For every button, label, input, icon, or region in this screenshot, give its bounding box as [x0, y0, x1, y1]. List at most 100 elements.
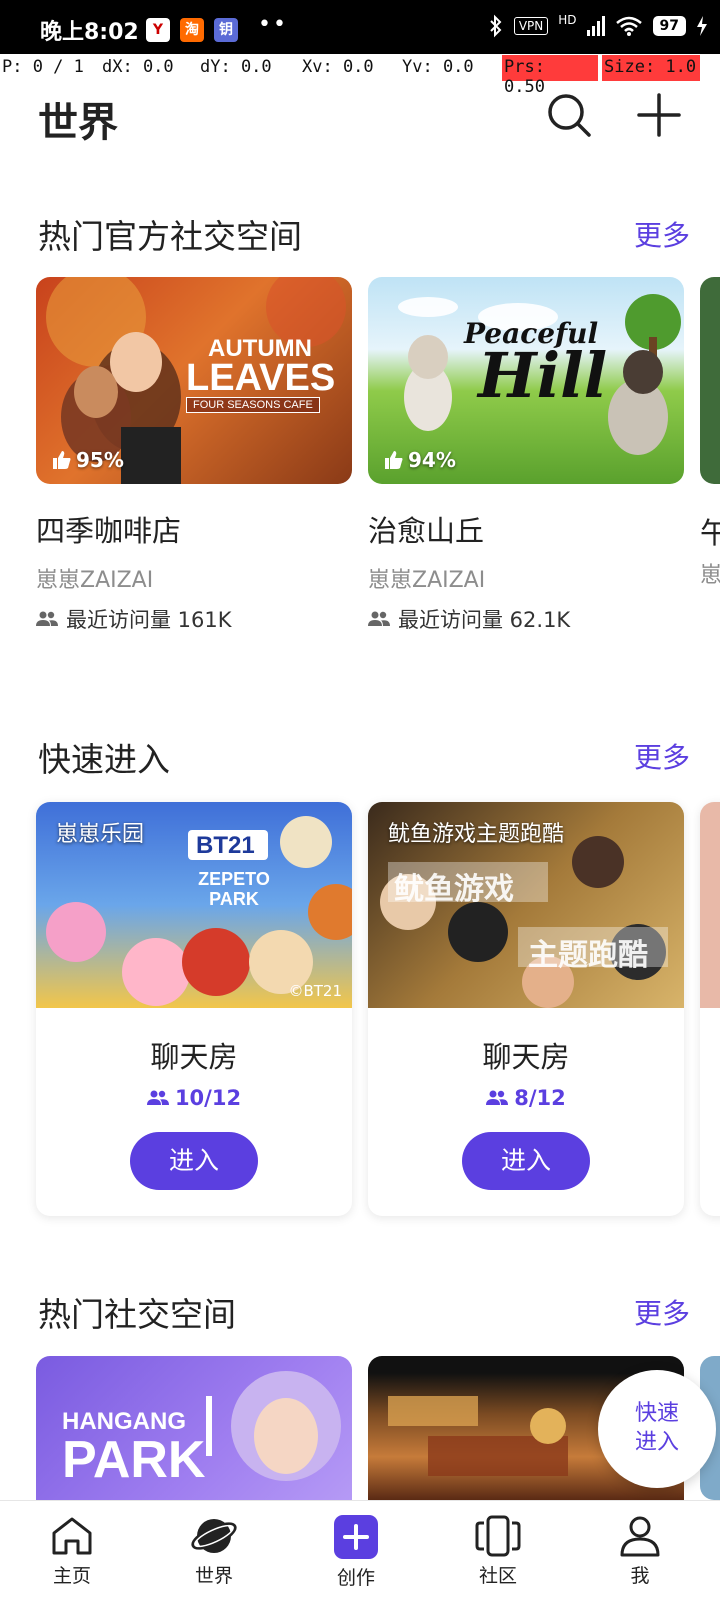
debug-xv: Xv: 0.0 — [302, 57, 374, 77]
status-time: 晚上8:02 — [40, 20, 139, 45]
nav-label: 创作 — [336, 1567, 375, 1589]
people-icon — [146, 1090, 169, 1105]
partial-space-card[interactable] — [700, 277, 720, 484]
copyright-text: ©BT21 — [288, 982, 342, 1000]
pointer-location-overlay: P: 0 / 1 dX: 0.0 dY: 0.0 Xv: 0.0 Yv: 0.0… — [0, 54, 720, 97]
debug-size: Size: 1.0 — [602, 55, 700, 81]
space-owner: 崽崽ZAIZAI — [368, 568, 486, 593]
thumbs-up-icon — [385, 451, 403, 469]
debug-pointer: P: 0 / 1 — [2, 57, 84, 77]
visit-count: 最近访问量 161K — [36, 604, 352, 634]
banner-text: ZEPETO PARK — [198, 869, 270, 909]
nav-label: 社区 — [478, 1565, 517, 1587]
fab-line2: 进入 — [634, 1430, 679, 1455]
nav-home[interactable]: 主页 — [22, 1515, 122, 1588]
people-icon — [36, 611, 58, 626]
nav-community[interactable]: 社区 — [448, 1515, 548, 1588]
fab-line1: 快速 — [634, 1401, 679, 1427]
section-title-official: 热门官方社交空间 — [38, 217, 302, 256]
banner-text: 鱿鱼游戏 — [394, 872, 514, 907]
space-card[interactable]: Peaceful Hill 94% 治愈山丘 崽崽ZAIZAI 最近访问量 62… — [368, 277, 684, 634]
partial-room-card[interactable] — [700, 802, 720, 1216]
home-icon — [52, 1517, 92, 1555]
status-indicators: VPN HD 97 — [488, 13, 708, 38]
nav-me[interactable]: 我 — [590, 1515, 690, 1588]
enter-button[interactable]: 进入 — [130, 1132, 258, 1190]
profile-icon — [620, 1516, 660, 1557]
nav-create[interactable]: 创作 — [306, 1515, 406, 1590]
debug-dx: dX: 0.0 — [102, 57, 174, 77]
banner-text: 主题跑酷 — [528, 938, 648, 973]
space-name: 治愈山丘 — [368, 514, 485, 548]
social-space-card[interactable]: HANGANG PARK — [36, 1356, 352, 1500]
rating-badge: 94% — [384, 448, 456, 472]
room-type: 聊天房 — [150, 1040, 238, 1074]
banner-subtext: FOUR SEASONS CAFE — [186, 397, 320, 413]
section-title-quick: 快速进入 — [38, 740, 170, 779]
rating-badge: 95% — [52, 448, 124, 472]
key-notification-icon: 钥 — [214, 18, 238, 42]
status-bar: 晚上8:02 Y 淘 钥 •• VPN HD 97 — [0, 0, 720, 54]
space-card[interactable]: AUTUMN LEAVES FOUR SEASONS CAFE 95% 四季咖啡… — [36, 277, 352, 634]
space-thumbnail: Peaceful Hill 94% — [368, 277, 684, 484]
section-title-hot: 热门社交空间 — [38, 1295, 236, 1334]
banner-text: Hill — [478, 339, 608, 412]
battery-indicator: 97 — [652, 16, 686, 36]
people-icon — [486, 1090, 509, 1105]
app-notification-icon: Y — [146, 18, 170, 42]
more-link-hot[interactable]: 更多 — [634, 1292, 690, 1332]
occupancy-value: 8/12 — [514, 1086, 566, 1110]
page-title: 世界 — [38, 100, 118, 146]
nav-label: 我 — [630, 1565, 650, 1587]
more-notifications-icon: •• — [258, 12, 288, 37]
room-thumbnail: 崽崽乐园 BT21 ZEPETO PARK ©BT21 — [36, 802, 352, 1008]
more-link-official[interactable]: 更多 — [634, 214, 690, 254]
room-label: 鱿鱼游戏主题跑酷 — [388, 822, 565, 847]
room-thumbnail: 鱿鱼游戏主题跑酷 鱿鱼游戏 主题跑酷 — [368, 802, 684, 1008]
room-label: 崽崽乐园 — [56, 822, 145, 847]
signal-icon: HD — [558, 13, 577, 27]
room-occupancy: 8/12 — [368, 1086, 684, 1110]
banner-text: BT21 — [196, 832, 255, 859]
quick-enter-fab[interactable]: 快速 进入 — [598, 1370, 716, 1488]
community-icon — [475, 1515, 521, 1557]
nav-world[interactable]: 世界 — [164, 1515, 264, 1588]
debug-dy: dY: 0.0 — [200, 57, 272, 77]
charging-icon — [697, 16, 707, 36]
visit-count-text: 最近访问量 161K — [66, 608, 232, 632]
room-occupancy: 10/12 — [36, 1086, 352, 1110]
bottom-navigation: 主页 世界 创作 社区 我 — [0, 1500, 720, 1600]
visit-count: 最近访问量 62.1K — [368, 604, 684, 634]
nav-label: 世界 — [194, 1565, 233, 1587]
partial-space-name: 午 — [700, 516, 720, 550]
debug-pressure: Prs: 0.50 — [502, 55, 598, 97]
space-name: 四季咖啡店 — [36, 514, 182, 548]
more-link-quick[interactable]: 更多 — [634, 736, 690, 776]
rating-value: 95% — [76, 448, 124, 472]
planet-icon — [191, 1519, 237, 1553]
quick-room-card[interactable]: 鱿鱼游戏主题跑酷 鱿鱼游戏 主题跑酷 聊天房 8/12 进入 — [368, 802, 684, 1216]
banner-text: LEAVES — [186, 357, 336, 399]
bluetooth-icon — [490, 14, 502, 38]
plus-icon[interactable] — [636, 92, 682, 138]
space-owner: 崽崽ZAIZAI — [36, 568, 154, 593]
space-thumbnail: AUTUMN LEAVES FOUR SEASONS CAFE 95% — [36, 277, 352, 484]
signal-bars-icon — [586, 16, 605, 36]
rating-value: 94% — [408, 448, 456, 472]
visit-count-text: 最近访问量 62.1K — [398, 608, 571, 632]
thumbs-up-icon — [53, 451, 71, 469]
enter-button[interactable]: 进入 — [462, 1132, 590, 1190]
debug-yv: Yv: 0.0 — [402, 57, 474, 77]
banner-text: PARK — [62, 1431, 206, 1489]
people-icon — [368, 611, 390, 626]
partial-space-owner: 崽 — [700, 563, 720, 588]
search-icon[interactable] — [546, 92, 592, 138]
room-type: 聊天房 — [482, 1040, 570, 1074]
occupancy-value: 10/12 — [174, 1086, 242, 1110]
taobao-notification-icon: 淘 — [180, 18, 204, 42]
wifi-icon — [615, 16, 642, 36]
nav-label: 主页 — [52, 1565, 91, 1587]
quick-room-card[interactable]: 崽崽乐园 BT21 ZEPETO PARK ©BT21 聊天房 10/12 进入 — [36, 802, 352, 1216]
vpn-badge: VPN — [513, 17, 549, 35]
create-plus-icon — [334, 1515, 378, 1559]
